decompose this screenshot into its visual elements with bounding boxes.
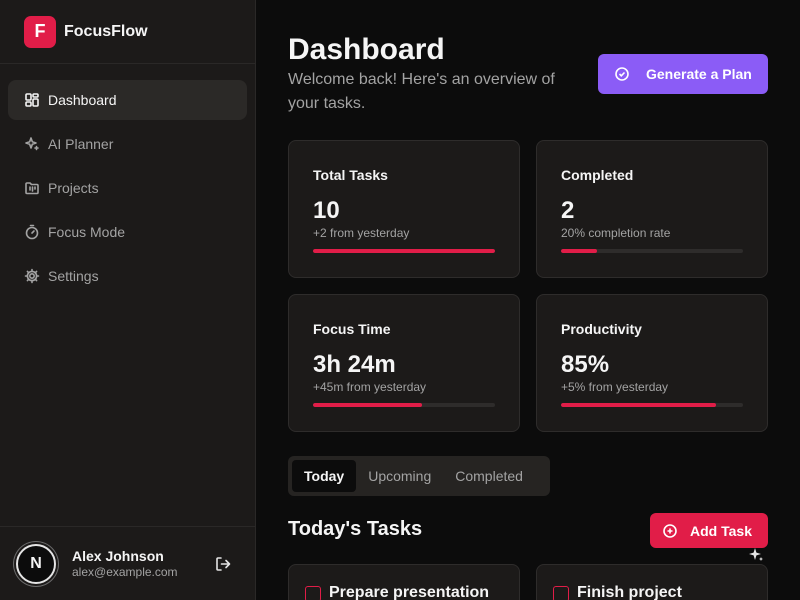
sidebar-item-settings[interactable]: Settings <box>8 256 247 296</box>
logout-icon[interactable] <box>214 555 232 573</box>
stat-value: 2 <box>561 197 575 224</box>
gear-icon <box>24 268 40 284</box>
generate-plan-button[interactable]: Generate a Plan <box>598 54 768 94</box>
stat-card-total-tasks: Total Tasks 10 +2 from yesterday <box>288 140 520 278</box>
sparkle-icon[interactable] <box>748 547 764 563</box>
task-tabs: Today Upcoming Completed <box>288 456 550 496</box>
sidebar-item-label: Focus Mode <box>48 224 126 240</box>
check-circle-icon <box>615 67 629 81</box>
stat-value: 10 <box>313 197 340 224</box>
task-title: Finish project <box>577 584 682 600</box>
progress-bar <box>561 403 743 407</box>
stat-subtext: +5% from yesterday <box>561 380 669 394</box>
avatar[interactable]: N <box>16 543 56 584</box>
stat-card-productivity: Productivity 85% +5% from yesterday <box>536 294 768 432</box>
stat-label: Productivity <box>561 321 642 337</box>
sidebar-item-label: Projects <box>48 180 99 196</box>
stat-subtext: +45m from yesterday <box>313 380 427 394</box>
tab-completed[interactable]: Completed <box>443 460 535 492</box>
brand-name: FocusFlow <box>64 22 148 40</box>
progress-fill <box>313 403 423 407</box>
task-checkbox[interactable] <box>553 586 569 600</box>
stat-value: 3h 24m <box>313 351 396 378</box>
folder-kanban-icon <box>24 180 40 196</box>
page-title: Dashboard <box>288 33 445 66</box>
brand-logo: F <box>24 15 56 48</box>
sidebar-item-label: Dashboard <box>48 92 117 108</box>
user-email: alex@example.com <box>72 565 178 579</box>
stat-subtext: 20% completion rate <box>561 226 671 240</box>
stat-label: Completed <box>561 167 634 183</box>
progress-bar <box>561 249 743 253</box>
user-info: Alex Johnson alex@example.com <box>72 548 178 579</box>
task-checkbox[interactable] <box>305 586 321 600</box>
task-card[interactable]: Finish project <box>536 564 768 600</box>
task-card[interactable]: Prepare presentation <box>288 564 520 600</box>
progress-bar <box>313 249 495 253</box>
stat-value: 85% <box>561 351 610 378</box>
add-task-label: Add Task <box>690 522 752 539</box>
app: F FocusFlow Dashboard AI Planner Project… <box>0 0 800 600</box>
timer-icon <box>24 224 40 240</box>
tab-upcoming[interactable]: Upcoming <box>356 460 443 492</box>
tab-today[interactable]: Today <box>292 460 357 492</box>
page-subtitle: Welcome back! Here's an overview of your… <box>288 71 555 112</box>
task-title: Prepare presentation <box>329 584 490 600</box>
sidebar-item-dashboard[interactable]: Dashboard <box>8 80 247 120</box>
stat-label: Total Tasks <box>313 167 388 183</box>
stat-card-focus-time: Focus Time 3h 24m +45m from yesterday <box>288 294 520 432</box>
sparkles-icon <box>24 136 40 152</box>
progress-fill <box>561 403 716 407</box>
brand[interactable]: F FocusFlow <box>0 0 255 64</box>
plus-circle-icon <box>663 523 677 538</box>
stat-label: Focus Time <box>313 321 391 337</box>
progress-fill <box>313 249 495 253</box>
sidebar-item-projects[interactable]: Projects <box>8 168 247 208</box>
sidebar-item-label: Settings <box>48 268 99 284</box>
stat-card-completed: Completed 2 20% completion rate <box>536 140 768 278</box>
stat-subtext: +2 from yesterday <box>313 226 410 240</box>
user-name: Alex Johnson <box>72 548 164 564</box>
sidebar-item-ai-planner[interactable]: AI Planner <box>8 124 247 164</box>
sidebar: F FocusFlow Dashboard AI Planner Project… <box>0 0 256 600</box>
user-profile: N Alex Johnson alex@example.com <box>0 526 256 600</box>
sidebar-nav: Dashboard AI Planner Projects Focus Mode <box>0 64 255 316</box>
progress-bar <box>313 403 495 407</box>
section-title: Today's Tasks <box>288 518 423 540</box>
generate-plan-label: Generate a Plan <box>646 66 752 82</box>
main-content: Dashboard Welcome back! Here's an overvi… <box>256 0 800 600</box>
progress-fill <box>561 249 598 253</box>
add-task-button[interactable]: Add Task <box>650 513 768 548</box>
dashboard-icon <box>24 92 40 108</box>
sidebar-item-label: AI Planner <box>48 136 114 152</box>
sidebar-item-focus-mode[interactable]: Focus Mode <box>8 212 247 252</box>
